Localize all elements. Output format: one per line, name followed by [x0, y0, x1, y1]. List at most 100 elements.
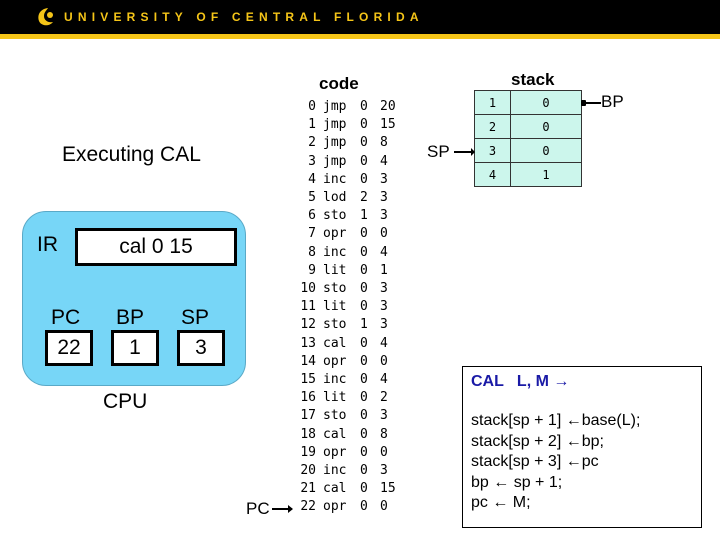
code-opcode: inc [323, 372, 347, 388]
code-m-field: 15 [380, 481, 396, 497]
code-row: 18 cal 0 8 [290, 426, 406, 444]
code-l-field: 0 [360, 463, 368, 479]
code-line-number: 18 [300, 426, 316, 442]
code-row: 8 inc 0 4 [290, 244, 406, 262]
code-opcode: inc [323, 171, 347, 187]
code-row: 21 cal 0 15 [290, 480, 406, 498]
code-opcode: opr [323, 444, 347, 460]
code-m-field: 3 [380, 281, 388, 297]
code-line-number: 14 [300, 353, 316, 369]
code-opcode: sto [323, 317, 347, 333]
stack-value: 0 [510, 90, 582, 115]
code-l-field: 0 [360, 171, 368, 187]
stack-row: 10 [474, 90, 582, 115]
code-l-field: 0 [360, 135, 368, 151]
code-l-field: 0 [360, 444, 368, 460]
code-row: 22 opr 0 0 [290, 498, 406, 516]
code-l-field: 0 [360, 117, 368, 133]
code-opcode: cal [323, 481, 347, 497]
code-m-field: 2 [380, 390, 388, 406]
code-line-number: 19 [300, 444, 316, 460]
code-row: 4 inc 0 3 [290, 171, 406, 189]
cpu-panel: IR cal 0 15 PC 22 BP 1 SP 3 [22, 211, 246, 386]
code-opcode: inc [323, 463, 347, 479]
stack-title: stack [511, 70, 555, 89]
code-l-field: 0 [360, 372, 368, 388]
code-l-field: 0 [360, 244, 368, 260]
code-m-field: 4 [380, 372, 388, 388]
cal-title: CAL L, M → [471, 373, 570, 390]
sp-register-label: SP [181, 306, 210, 329]
code-row: 0 jmp 0 20 [290, 98, 406, 116]
code-m-field: 0 [380, 499, 388, 515]
cal-semantics-box: CAL L, M → stack[sp + 1] ←base(L); stack[… [462, 366, 702, 528]
code-opcode: lod [323, 190, 347, 206]
code-opcode: jmp [323, 99, 347, 114]
sp-arrow-icon [454, 148, 475, 156]
code-opcode: jmp [323, 135, 347, 151]
code-line-number: 21 [300, 481, 316, 497]
code-l-field: 2 [360, 190, 368, 206]
ir-register: cal 0 15 [75, 228, 237, 266]
code-l-field: 0 [360, 226, 368, 242]
bp-register-label: BP [116, 306, 145, 329]
code-row: 20 inc 0 3 [290, 462, 406, 480]
code-opcode: sto [323, 208, 347, 224]
code-l-field: 0 [360, 390, 368, 406]
code-opcode: jmp [323, 153, 347, 169]
stack-index: 2 [474, 114, 511, 139]
code-opcode: opr [323, 353, 347, 369]
code-line-number: 15 [300, 372, 316, 388]
code-l-field: 0 [360, 281, 368, 297]
stack-index: 3 [474, 138, 511, 163]
pegasus-logo-icon [38, 8, 53, 26]
code-line-number: 11 [300, 299, 316, 315]
bp-arrow-icon [581, 100, 601, 106]
code-line-number: 7 [308, 226, 316, 242]
cal-step-line: stack[sp + 3] ←pc [471, 453, 599, 470]
code-m-field: 0 [380, 444, 388, 460]
code-line-number: 12 [300, 317, 316, 333]
cal-steps: stack[sp + 1] ←base(L); stack[sp + 2] ←bp… [471, 411, 701, 514]
code-row: 3 jmp 0 4 [290, 153, 406, 171]
code-line-number: 17 [300, 408, 316, 424]
code-m-field: 3 [380, 408, 388, 424]
code-m-field: 3 [380, 299, 388, 315]
code-m-field: 3 [380, 208, 388, 224]
code-m-field: 3 [380, 317, 388, 333]
code-row: 15 inc 0 4 [290, 371, 406, 389]
code-m-field: 1 [380, 262, 388, 278]
code-l-field: 0 [360, 153, 368, 169]
slide-title: Executing CAL [62, 143, 201, 166]
code-row: 2 jmp 0 8 [290, 134, 406, 152]
code-line-number: 16 [300, 390, 316, 406]
code-l-field: 0 [360, 353, 368, 369]
pc-register: 22 [45, 330, 93, 366]
sp-register: 3 [177, 330, 225, 366]
stack-value: 0 [510, 114, 582, 139]
bp-pointer-label: BP [601, 92, 624, 111]
stack-row: 20 [474, 114, 582, 139]
code-m-field: 8 [380, 135, 388, 151]
pc-pointer-label: PC [246, 499, 270, 518]
code-m-field: 4 [380, 244, 388, 260]
cal-step-line: stack[sp + 1] ←base(L); [471, 412, 641, 429]
stack-value: 1 [510, 162, 582, 187]
code-opcode: jmp [323, 117, 347, 133]
code-row: 10 sto 0 3 [290, 280, 406, 298]
code-l-field: 0 [360, 499, 368, 515]
code-opcode: opr [323, 226, 347, 242]
code-l-field: 0 [360, 481, 368, 497]
code-l-field: 0 [360, 408, 368, 424]
code-line-number: 10 [300, 281, 316, 297]
code-row: 7 opr 0 0 [290, 225, 406, 243]
pc-register-label: PC [51, 306, 81, 329]
code-row: 1 jmp 0 15 [290, 116, 406, 134]
stack-row: 41 [474, 162, 582, 187]
code-line-number: 20 [300, 463, 316, 479]
code-l-field: 0 [360, 99, 368, 114]
code-line-number: 13 [300, 335, 316, 351]
code-row: 9 lit 0 1 [290, 262, 406, 280]
code-title: code [319, 74, 359, 93]
code-l-field: 0 [360, 426, 368, 442]
